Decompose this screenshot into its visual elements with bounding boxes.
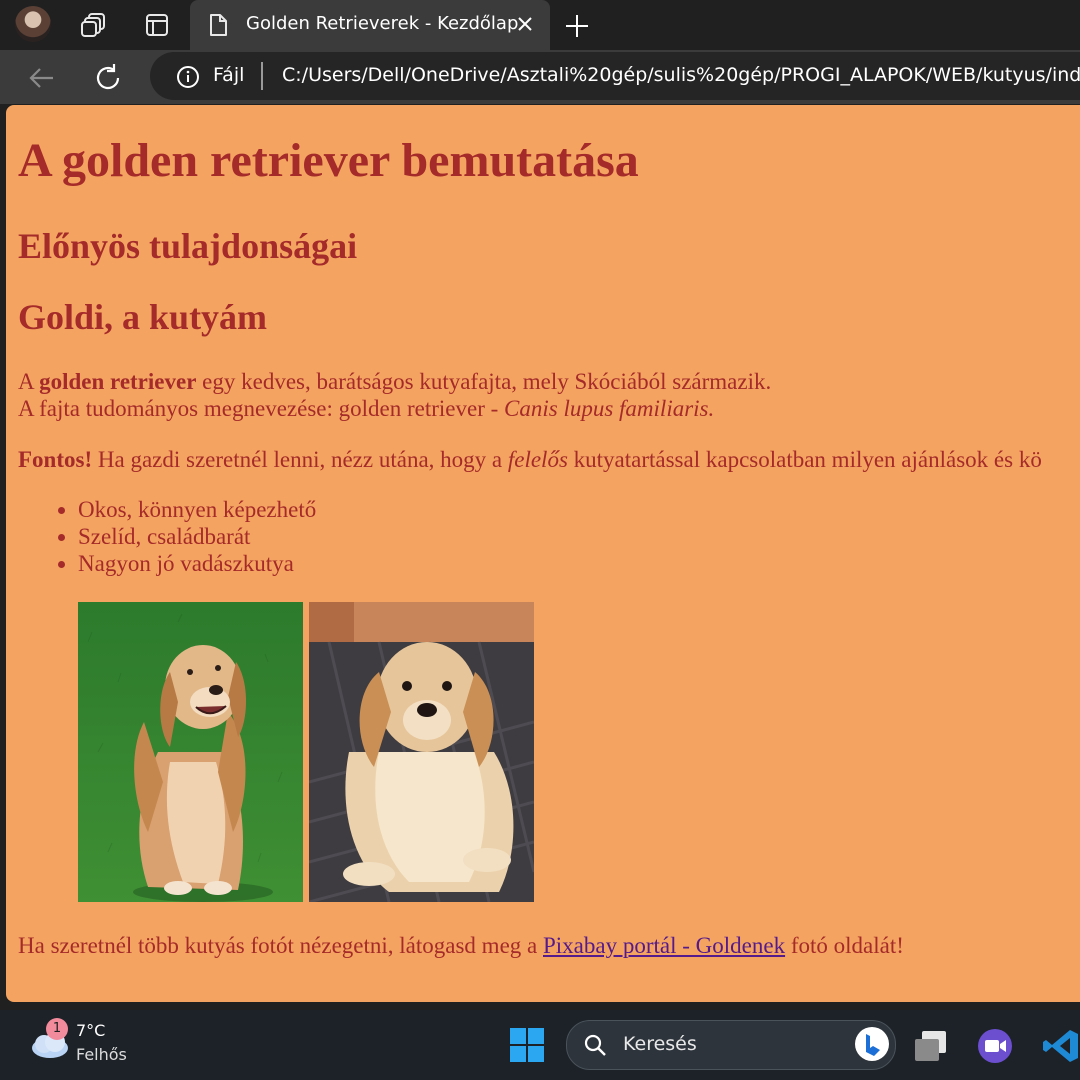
intro-bold: golden retriever	[39, 369, 197, 394]
list-item: Nagyon jó vadászkutya	[78, 550, 316, 577]
footer-paragraph: Ha szeretnél több kutyás fotót nézegetni…	[18, 932, 904, 959]
address-scheme: Fájl	[213, 64, 245, 86]
important-italic: felelős	[507, 447, 568, 472]
intro-text-end: egy kedves, barátságos kutyafajta, mely …	[196, 369, 772, 394]
footer-text-end: fotó oldalát!	[785, 933, 904, 958]
profile-avatar[interactable]	[15, 6, 51, 42]
close-icon[interactable]	[514, 13, 536, 35]
section-heading-advantages: Előnyös tulajdonságai	[18, 226, 358, 266]
list-item: Okos, könnyen képezhető	[78, 496, 316, 523]
important-label: Fontos!	[18, 447, 93, 472]
task-view-icon[interactable]	[912, 1027, 950, 1065]
windows-start-icon[interactable]	[509, 1027, 545, 1063]
reload-icon[interactable]	[92, 62, 124, 94]
teams-icon[interactable]	[976, 1027, 1014, 1065]
tab-actions-icon[interactable]	[143, 11, 171, 39]
windows-taskbar: 1 7°C Felhős Keresés	[0, 1010, 1080, 1080]
back-arrow-icon[interactable]	[26, 62, 58, 94]
workspaces-icon[interactable]	[80, 11, 108, 39]
address-bar[interactable]: Fájl C:/Users/Dell/OneDrive/Asztali%20gé…	[150, 52, 1080, 100]
intro-paragraph: A golden retriever egy kedves, barátságo…	[18, 368, 771, 422]
info-icon[interactable]	[176, 65, 200, 89]
important-paragraph: Fontos! Ha gazdi szeretnél lenni, nézz u…	[18, 446, 1042, 473]
list-item: Szelíd, családbarát	[78, 523, 316, 550]
address-separator	[261, 62, 263, 90]
dog-photo-puppy	[309, 602, 534, 902]
search-icon	[583, 1033, 607, 1057]
taskbar-search[interactable]: Keresés	[566, 1020, 896, 1070]
page-heading: A golden retriever bemutatása	[18, 134, 639, 187]
scientific-name: Canis lupus familiaris.	[504, 396, 715, 421]
dog-photo-sitting	[78, 602, 303, 902]
weather-condition[interactable]: Felhős	[76, 1045, 127, 1064]
browser-tab-strip: Golden Retrieverek - Kezdőlap	[0, 0, 1080, 50]
active-tab[interactable]: Golden Retrieverek - Kezdőlap	[190, 0, 550, 50]
vscode-icon[interactable]	[1042, 1027, 1080, 1065]
important-text-end: kutyatartással kapcsolatban milyen ajánl…	[567, 447, 1042, 472]
browser-toolbar: Fájl C:/Users/Dell/OneDrive/Asztali%20gé…	[0, 50, 1080, 104]
address-url[interactable]: C:/Users/Dell/OneDrive/Asztali%20gép/sul…	[282, 64, 1080, 86]
weather-temperature[interactable]: 7°C	[76, 1021, 105, 1040]
important-text-start: Ha gazdi szeretnél lenni, nézz utána, ho…	[92, 447, 508, 472]
pixabay-link[interactable]: Pixabay portál - Goldenek	[543, 933, 785, 958]
plus-icon[interactable]	[562, 11, 592, 41]
search-placeholder: Keresés	[623, 1033, 697, 1055]
footer-text-start: Ha szeretnél több kutyás fotót nézegetni…	[18, 933, 543, 958]
scientific-name-label: A fajta tudományos megnevezése: golden r…	[18, 396, 505, 421]
bing-icon[interactable]	[855, 1027, 889, 1061]
intro-text-start: A	[18, 369, 40, 394]
page-viewport: A golden retriever bemutatása Előnyös tu…	[6, 105, 1080, 1002]
tab-title: Golden Retrieverek - Kezdőlap	[246, 13, 519, 34]
document-icon	[206, 13, 230, 37]
section-heading-my-dog: Goldi, a kutyám	[18, 297, 268, 337]
feature-list: Okos, könnyen képezhető Szelíd, családba…	[78, 496, 316, 577]
weather-badge: 1	[46, 1018, 68, 1040]
